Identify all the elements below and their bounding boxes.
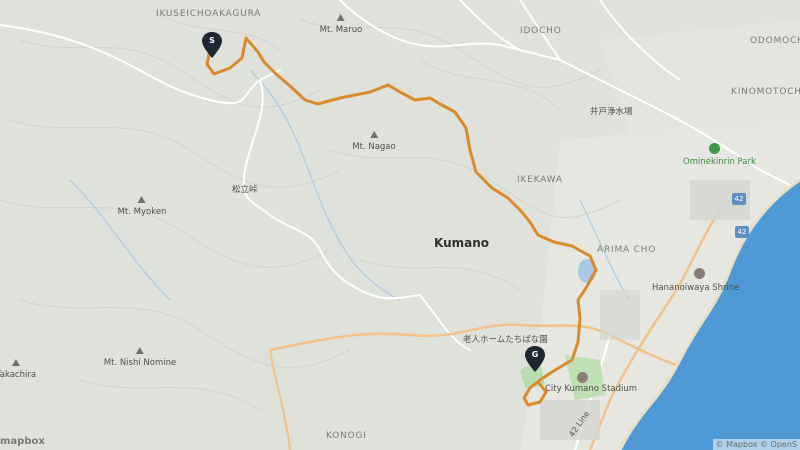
- map-canvas[interactable]: IKUSEICHOAKAGURA IDOCHO ODOMOCHE KINOMOT…: [0, 0, 800, 450]
- poi-ominekinrin-park[interactable]: Ominekinrin Park: [683, 158, 756, 167]
- place-label-idocho: IDOCHO: [520, 26, 562, 36]
- place-label-ikekawa: IKEKAWA: [517, 175, 563, 185]
- poi-city-stadium[interactable]: City Kumano Stadium: [545, 385, 637, 394]
- peak-icon: [369, 131, 378, 138]
- place-label-kinomotocho: KINOMOTOCHO: [731, 87, 800, 97]
- start-marker-label: S: [209, 36, 215, 45]
- poi-nursing-home[interactable]: 老人ホームたちばな園: [463, 336, 548, 345]
- peak-takachira-label: Takachira: [0, 369, 37, 380]
- peak-icon: [336, 14, 345, 21]
- poi-hananoiwaya-shrine[interactable]: Hananoiwaya Shrine: [652, 284, 740, 293]
- peak-icon: [11, 359, 20, 366]
- route-42-shield: 42: [732, 193, 746, 205]
- region-label: Kumano: [434, 236, 490, 250]
- peak-icon: [136, 347, 144, 354]
- place-label-arimacho: ARIMA CHO: [597, 245, 657, 255]
- place-label-ikuseichoakagura: IKUSEICHOAKAGURA: [156, 9, 262, 19]
- map-attribution[interactable]: © Mapbox © OpenS: [712, 439, 800, 450]
- shrine-icon: [694, 268, 705, 279]
- peak-nishi-nomine-label: Mt. Nishi Nomine: [103, 357, 177, 368]
- place-label-odomoche: ODOMOCHE: [750, 36, 800, 46]
- peak-nagao-label: Mt. Nagao: [352, 141, 396, 152]
- place-label-konogi: KONOGI: [326, 431, 367, 441]
- peak-myoken[interactable]: Mt. Myoken: [117, 196, 167, 217]
- peak-icon: [138, 196, 146, 203]
- stadium-icon: [577, 372, 588, 383]
- poi-ido-water[interactable]: 井戸浄水場: [590, 108, 633, 117]
- park-icon: [709, 143, 720, 154]
- map-base-layer: [0, 0, 800, 450]
- poi-matsutoge[interactable]: 松立峠: [232, 186, 258, 195]
- peak-nishi-nomine[interactable]: Mt. Nishi Nomine: [103, 347, 177, 368]
- peak-nagao[interactable]: Mt. Nagao: [352, 131, 396, 152]
- route-42-shield: 42: [735, 226, 749, 238]
- peak-maruo-label: Mt. Maruo: [319, 24, 363, 35]
- peak-takachira[interactable]: Takachira: [0, 359, 36, 379]
- peak-myoken-label: Mt. Myoken: [117, 206, 167, 217]
- goal-marker[interactable]: G: [524, 345, 546, 373]
- peak-maruo[interactable]: Mt. Maruo: [319, 14, 363, 35]
- goal-marker-label: G: [531, 350, 539, 359]
- mapbox-logo[interactable]: mapbox: [0, 436, 45, 447]
- start-marker[interactable]: S: [201, 31, 223, 59]
